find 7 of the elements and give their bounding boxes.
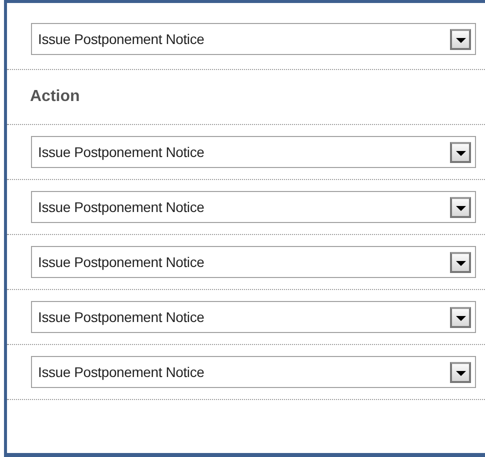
dropdown-field[interactable]: Issue Postponement Notice [31, 191, 476, 223]
dropdown-field[interactable]: Issue Postponement Notice [31, 136, 476, 168]
dropdown-field[interactable]: Issue Postponement Notice [31, 301, 476, 333]
dropdown-field[interactable]: Issue Postponement Notice [31, 246, 476, 278]
dropdown-field[interactable]: Issue Postponement Notice [31, 356, 476, 388]
section-heading: Action [30, 88, 80, 106]
dropdown-field[interactable]: Issue Postponement Notice [31, 23, 476, 55]
